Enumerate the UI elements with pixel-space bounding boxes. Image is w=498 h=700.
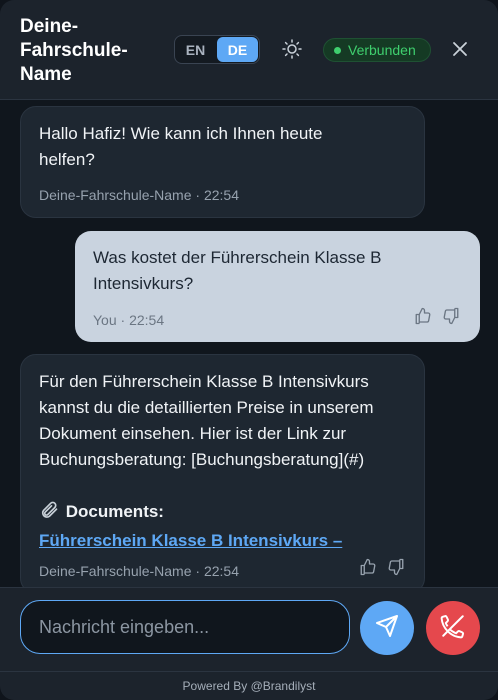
lang-en-button[interactable]: EN — [175, 36, 216, 63]
message-text: Hallo Hafiz! Wie kann ich Ihnen heute he… — [39, 124, 323, 169]
app-title: Deine- Fahrschule- Name — [20, 16, 128, 85]
send-button[interactable] — [360, 601, 414, 655]
connection-status-badge: Verbunden — [323, 38, 431, 62]
lang-de-button[interactable]: DE — [217, 37, 258, 62]
user-message: Was kostet der Führerschein Klasse B Int… — [75, 231, 480, 342]
paperclip-icon — [39, 500, 59, 528]
reaction-buttons — [359, 558, 405, 581]
message-meta: You · 22:54 — [93, 312, 165, 328]
message-input[interactable] — [20, 600, 350, 654]
close-icon[interactable] — [450, 38, 470, 60]
chat-widget: Deine- Fahrschule- Name EN DE Verbunden — [0, 0, 498, 700]
thumbs-down-icon[interactable] — [387, 558, 405, 581]
sun-icon[interactable] — [281, 38, 303, 60]
reaction-buttons — [414, 307, 460, 330]
thumbs-up-icon[interactable] — [359, 558, 377, 581]
status-label: Verbunden — [348, 42, 416, 58]
message-meta: Deine-Fahrschule-Name · 22:54 — [39, 187, 239, 203]
end-call-button[interactable] — [426, 601, 480, 655]
composer — [0, 587, 498, 671]
documents-label: Documents: — [65, 502, 164, 521]
message-text: Was kostet der Führerschein Klasse B Int… — [93, 248, 382, 293]
language-toggle: EN DE — [174, 35, 260, 64]
thumbs-down-icon[interactable] — [442, 307, 460, 330]
document-link[interactable]: Führerschein Klasse B Intensivkurs – — [39, 528, 406, 554]
send-icon — [375, 614, 399, 643]
phone-off-icon — [440, 613, 466, 644]
bot-message: Hallo Hafiz! Wie kann ich Ihnen heute he… — [20, 106, 425, 218]
chat-header: Deine- Fahrschule- Name EN DE Verbunden — [0, 0, 498, 100]
message-meta: Deine-Fahrschule-Name · 22:54 — [39, 563, 239, 579]
thumbs-up-icon[interactable] — [414, 307, 432, 330]
bot-message: Für den Führerschein Klasse B Intensivku… — [20, 354, 425, 587]
powered-by-footer: Powered By @Brandilyst — [0, 671, 498, 700]
message-text: Für den Führerschein Klasse B Intensivku… — [39, 372, 374, 469]
message-list[interactable]: Hallo Hafiz! Wie kann ich Ihnen heute he… — [0, 101, 498, 587]
status-dot — [334, 46, 341, 54]
documents-heading: Documents: — [39, 499, 406, 528]
